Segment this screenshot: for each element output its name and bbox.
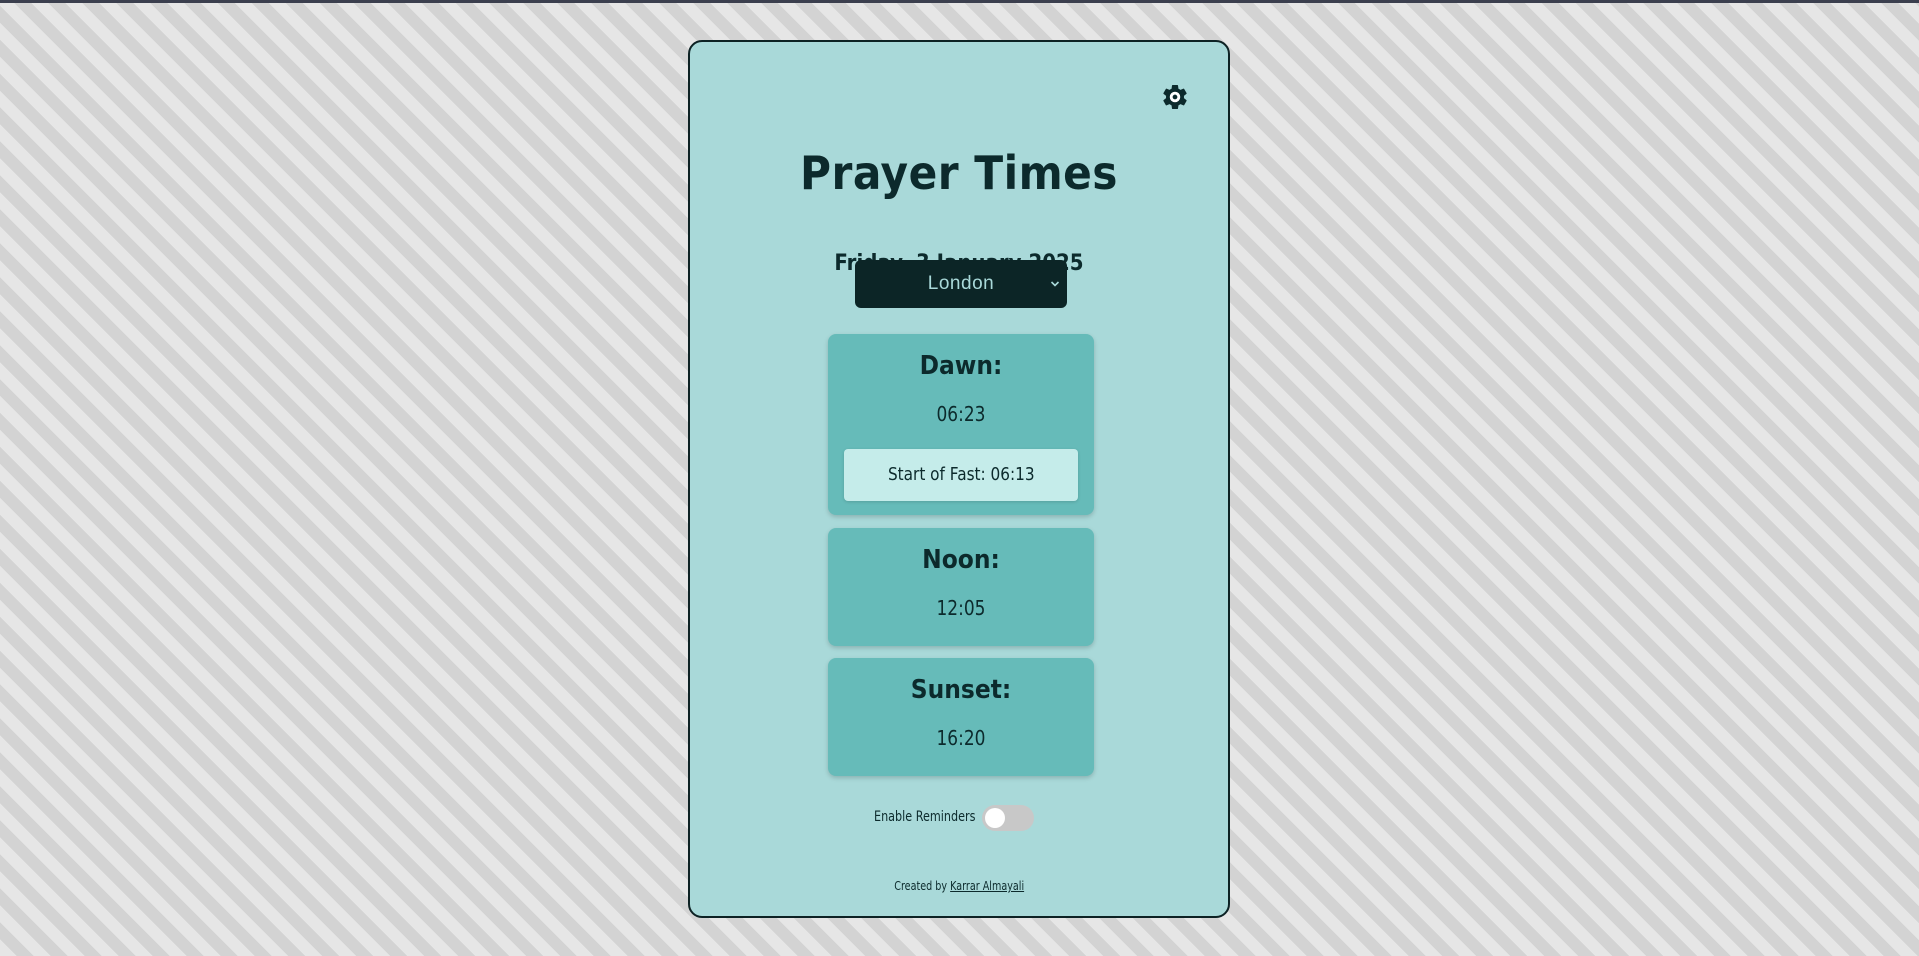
window-top-edge — [0, 0, 1919, 3]
start-of-fast-box: Start of Fast: 06:13 — [844, 449, 1078, 501]
prayer-time: 06:23 — [936, 402, 986, 426]
prayer-label: Sunset: — [910, 675, 1012, 705]
chevron-down-icon — [1047, 260, 1063, 308]
start-of-fast-text: Start of Fast: 06:13 — [887, 464, 1035, 485]
prayer-time: 16:20 — [936, 726, 986, 750]
prayer-label: Dawn: — [919, 351, 1003, 381]
gear-icon — [1163, 85, 1187, 109]
city-select[interactable]: London — [855, 260, 1067, 308]
reminders-row: Enable Reminders — [690, 805, 1228, 835]
prayer-times-card: Prayer Times Friday, 3 January 2025 Lond… — [688, 40, 1230, 918]
prayer-time: 12:05 — [936, 596, 986, 620]
footer-prefix: Created by — [894, 879, 947, 893]
prayer-card-sunset: Sunset: 16:20 — [828, 658, 1094, 776]
prayer-label: Noon: — [922, 545, 1000, 575]
settings-button[interactable] — [1160, 82, 1190, 112]
prayer-card-noon: Noon: 12:05 — [828, 528, 1094, 646]
prayer-card-dawn: Dawn: 06:23 Start of Fast: 06:13 — [828, 334, 1094, 515]
footer: Created by Karrar Almayali — [690, 878, 1228, 894]
reminders-label: Enable Reminders — [874, 809, 976, 825]
city-select-value: London — [927, 273, 995, 294]
reminders-toggle[interactable] — [982, 805, 1034, 831]
page-title: Prayer Times — [800, 146, 1118, 200]
author-link[interactable]: Karrar Almayali — [950, 879, 1024, 893]
toggle-knob — [985, 808, 1005, 828]
